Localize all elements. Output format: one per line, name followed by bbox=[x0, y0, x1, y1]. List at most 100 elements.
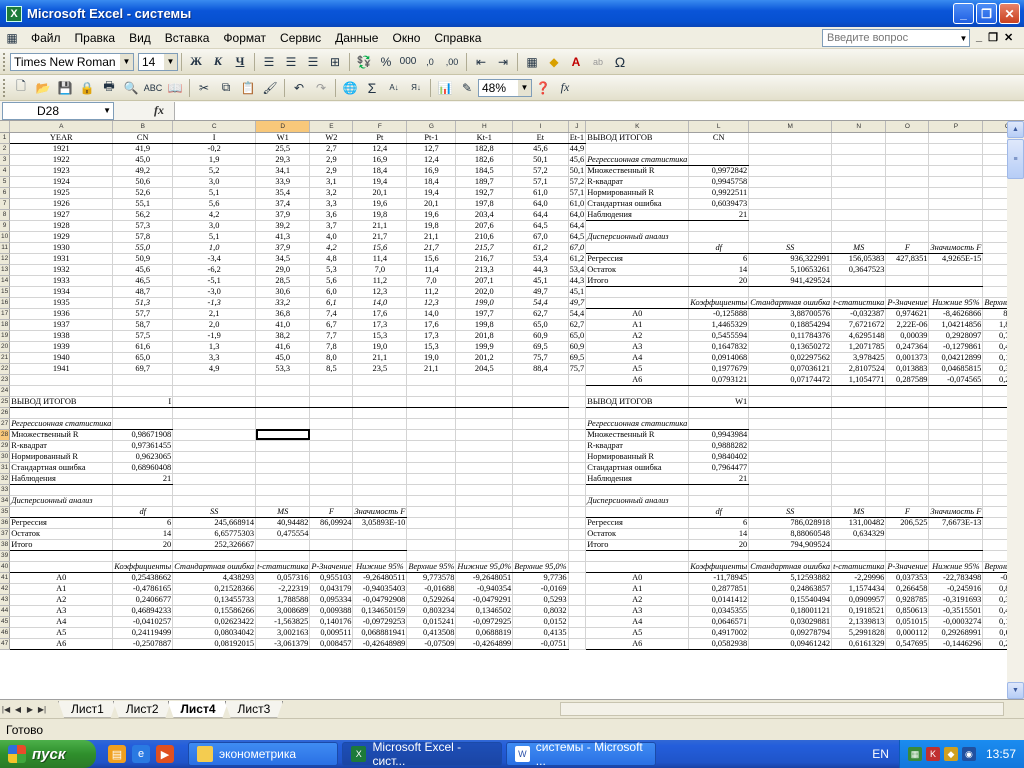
cell[interactable]: 0,261217 bbox=[982, 638, 1007, 650]
cell[interactable] bbox=[568, 495, 587, 507]
cell[interactable]: 4,2 bbox=[172, 209, 257, 221]
cell[interactable] bbox=[831, 451, 887, 463]
cell[interactable]: 0,140685 bbox=[982, 352, 1007, 364]
cell[interactable] bbox=[831, 440, 887, 452]
cell[interactable] bbox=[112, 407, 174, 419]
cell[interactable] bbox=[112, 495, 174, 507]
cell[interactable]: Регрессия bbox=[585, 253, 690, 265]
cell[interactable]: 0,5293 bbox=[512, 594, 569, 606]
next-sheet-icon[interactable]: ▶ bbox=[24, 705, 36, 714]
cell[interactable]: 64,5 bbox=[568, 231, 587, 243]
insert-function-icon[interactable]: fx bbox=[154, 103, 164, 118]
cell[interactable]: 0,095334 bbox=[309, 594, 354, 606]
cell[interactable] bbox=[688, 143, 750, 155]
cell[interactable]: 53,3 bbox=[255, 363, 311, 375]
row-header[interactable]: 45 bbox=[0, 616, 11, 628]
cell[interactable] bbox=[585, 242, 690, 254]
cell[interactable]: 0,08192015 bbox=[172, 638, 257, 650]
horizontal-scrollbar[interactable] bbox=[560, 702, 1004, 716]
cell[interactable] bbox=[406, 462, 457, 474]
tab-list1[interactable]: Лист1 bbox=[58, 701, 117, 718]
cell[interactable] bbox=[928, 165, 984, 177]
cell[interactable]: 1,1054771 bbox=[831, 374, 887, 386]
increase-indent-icon[interactable]: ⇥ bbox=[493, 52, 513, 72]
cell[interactable]: 199,9 bbox=[455, 341, 514, 353]
cell[interactable] bbox=[982, 550, 1007, 562]
cell[interactable] bbox=[568, 605, 587, 617]
cell[interactable]: 7,8 bbox=[309, 341, 354, 353]
cell[interactable]: 0,001373 bbox=[885, 352, 930, 364]
cell[interactable]: A5 bbox=[585, 627, 690, 639]
cell[interactable]: 213,3 bbox=[455, 264, 514, 276]
row-header[interactable]: 1 bbox=[0, 132, 11, 144]
cell[interactable] bbox=[568, 396, 587, 408]
cell[interactable]: 0,068881941 bbox=[352, 627, 408, 639]
cell[interactable]: -11,78945 bbox=[688, 572, 750, 584]
cell[interactable]: 199,8 bbox=[455, 319, 514, 331]
cell[interactable]: 46,5 bbox=[112, 275, 174, 287]
cell[interactable]: 0,974621 bbox=[885, 308, 930, 320]
function-icon[interactable]: fx bbox=[555, 78, 575, 98]
cell[interactable]: 0,6039473 bbox=[688, 198, 750, 210]
cell[interactable] bbox=[928, 440, 984, 452]
cell[interactable]: 197,7 bbox=[455, 308, 514, 320]
cell[interactable]: 0,0688819 bbox=[455, 627, 514, 639]
cell[interactable]: 3,05893E-10 bbox=[352, 517, 408, 529]
cell[interactable]: 184,5 bbox=[455, 165, 514, 177]
cell[interactable]: 29,0 bbox=[255, 264, 311, 276]
tab-list2[interactable]: Лист2 bbox=[113, 701, 172, 718]
cell[interactable]: Итого bbox=[585, 539, 690, 551]
cell[interactable] bbox=[309, 440, 354, 452]
cell[interactable] bbox=[982, 253, 1007, 265]
tab-list3[interactable]: Лист3 bbox=[225, 701, 284, 718]
cell[interactable]: 1941 bbox=[9, 363, 114, 375]
cell[interactable]: W2 bbox=[309, 132, 354, 144]
cell[interactable]: 21 bbox=[688, 473, 750, 485]
cell[interactable]: 0,247364 bbox=[885, 341, 930, 353]
cell[interactable]: -5,1 bbox=[172, 275, 257, 287]
cell[interactable]: 86,09924 bbox=[309, 517, 354, 529]
cell[interactable] bbox=[982, 440, 1007, 452]
cell[interactable] bbox=[831, 550, 887, 562]
scroll-down-icon[interactable]: ▼ bbox=[1007, 682, 1024, 699]
cell[interactable] bbox=[885, 132, 930, 144]
cell[interactable] bbox=[831, 484, 887, 496]
cell[interactable] bbox=[928, 264, 984, 276]
cell[interactable]: 202,0 bbox=[455, 286, 514, 298]
network-icon[interactable]: ▦ bbox=[907, 747, 922, 761]
row-header[interactable]: 5 bbox=[0, 176, 11, 188]
redo-icon[interactable]: ↷ bbox=[311, 78, 331, 98]
cell[interactable]: ВЫВОД ИТОГОВ bbox=[585, 132, 690, 144]
row-header[interactable]: 6 bbox=[0, 187, 11, 199]
cell[interactable]: 17,6 bbox=[406, 319, 457, 331]
cell[interactable] bbox=[928, 220, 984, 232]
cell[interactable] bbox=[831, 286, 887, 298]
menu-format[interactable]: Формат bbox=[216, 28, 273, 48]
row-header[interactable]: 8 bbox=[0, 209, 11, 221]
cell[interactable]: 58,7 bbox=[112, 319, 174, 331]
cell[interactable] bbox=[568, 561, 587, 573]
save-icon[interactable]: 💾 bbox=[55, 78, 75, 98]
cell[interactable] bbox=[688, 220, 750, 232]
row-header[interactable]: 41 bbox=[0, 572, 11, 584]
cell[interactable]: 7,6721672 bbox=[831, 319, 887, 331]
cell[interactable]: A4 bbox=[585, 616, 690, 628]
cell[interactable]: Et-1 bbox=[568, 132, 587, 144]
cell[interactable] bbox=[831, 176, 887, 188]
cell[interactable] bbox=[172, 495, 257, 507]
cell[interactable]: 3,3 bbox=[309, 198, 354, 210]
row-header[interactable]: 36 bbox=[0, 517, 11, 529]
cell[interactable]: A0 bbox=[585, 572, 690, 584]
cell[interactable]: 5,1 bbox=[172, 187, 257, 199]
cell[interactable]: 67,0 bbox=[512, 231, 569, 243]
cell[interactable]: 0,9922511 bbox=[688, 187, 750, 199]
cell[interactable]: 3,002163 bbox=[255, 627, 311, 639]
cell[interactable] bbox=[568, 451, 587, 463]
cell[interactable]: 49,2 bbox=[112, 165, 174, 177]
volume-icon[interactable]: ◉ bbox=[961, 747, 976, 761]
cell[interactable] bbox=[831, 539, 887, 551]
cell[interactable]: 41,0 bbox=[255, 319, 311, 331]
borders-icon[interactable]: ▦ bbox=[522, 52, 542, 72]
cell[interactable] bbox=[512, 495, 569, 507]
cell[interactable]: 45,6 bbox=[568, 154, 587, 166]
